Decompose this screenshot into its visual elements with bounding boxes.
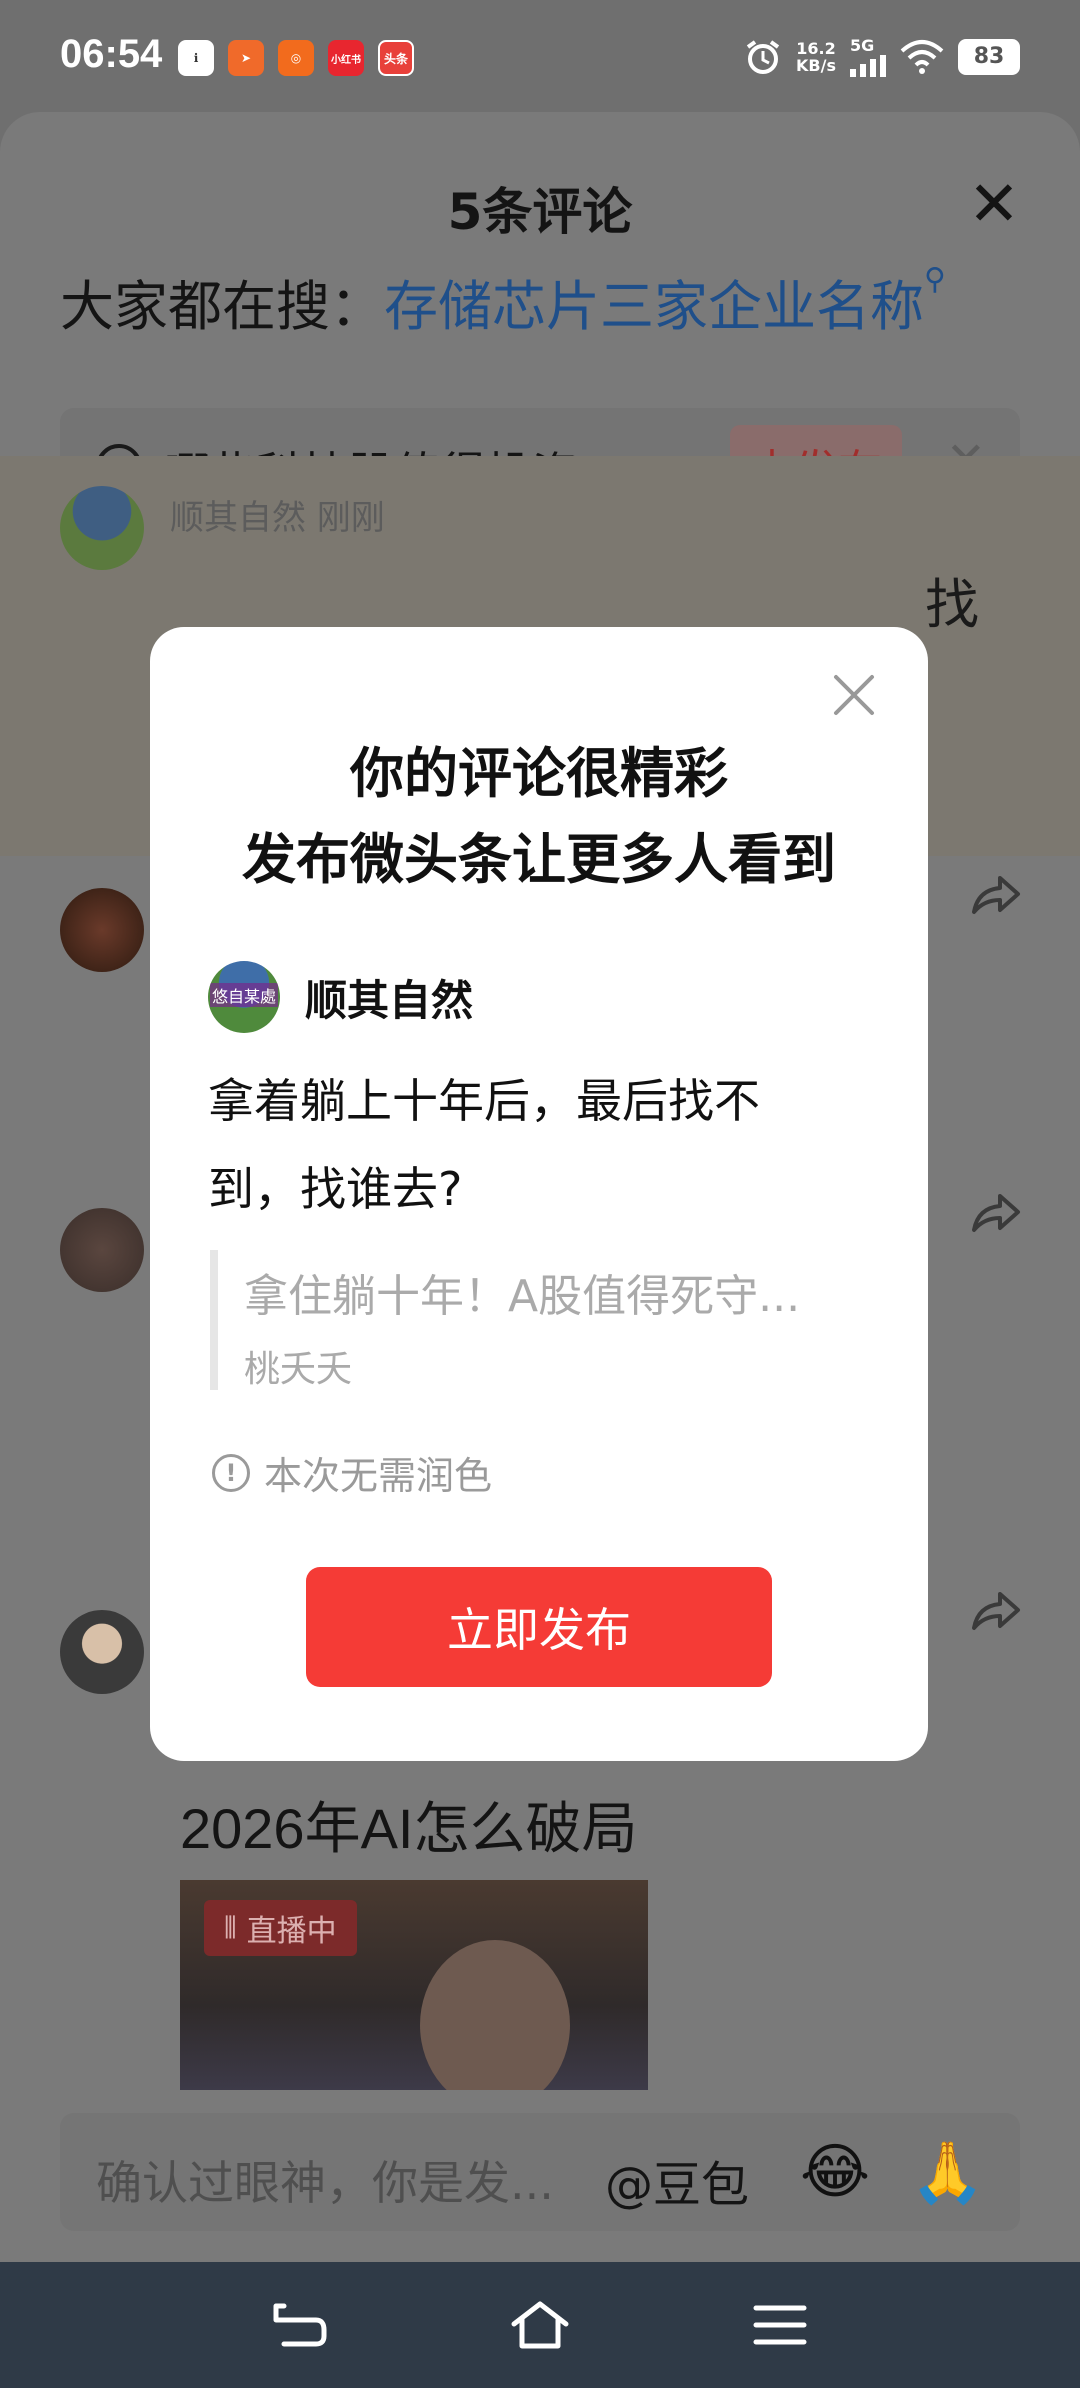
status-bar: 06:54 ℹ ➤ ◎ 小红书 头条 16.2 KB/s 5G 83	[0, 0, 1080, 115]
clapping-emoji-icon[interactable]: 🙏	[910, 2137, 985, 2208]
status-right-icons: 16.2 KB/s 5G 83	[744, 36, 1020, 77]
avatar: 悠自某處	[208, 961, 280, 1033]
search-icon: ⚲	[924, 262, 946, 297]
quoted-article-author: 桃夭夭	[244, 1349, 353, 1390]
live-video-thumbnail[interactable]: ⫴ 直播中	[180, 1880, 648, 2090]
live-badge-label: 直播中	[246, 1914, 337, 1949]
trending-search[interactable]: 大家都在搜：存储芯片三家企业名称⚲	[60, 262, 946, 341]
signal-block: 5G	[850, 36, 886, 77]
alarm-icon	[746, 39, 780, 74]
avatar[interactable]	[60, 1610, 144, 1694]
laughing-emoji-icon[interactable]: 😂	[800, 2137, 870, 2207]
avatar[interactable]	[60, 1208, 144, 1292]
net-speed: 16.2 KB/s	[796, 38, 836, 75]
quoted-article: 拿住躺十年！A股值得死守... 桃夭夭	[210, 1250, 870, 1390]
dialog-title-line2: 发布微头条让更多人看到	[242, 828, 836, 891]
avatar-text: 悠自某處	[210, 983, 278, 1007]
info-icon: !	[212, 1453, 250, 1492]
polish-note: ! 本次无需润色	[212, 1445, 492, 1500]
menu-icon[interactable]	[750, 2298, 810, 2352]
network-type: 5G	[850, 36, 875, 55]
toutiao-app-icon: 头条	[378, 40, 414, 76]
sheet-title: 5条评论	[447, 183, 633, 241]
close-dialog-icon[interactable]	[832, 673, 876, 717]
quoted-article-title: 拿住躺十年！A股值得死守...	[244, 1271, 801, 1322]
comment-input[interactable]: 确认过眼神，你是发... @豆包 😂 🙏	[60, 2113, 1020, 2231]
dialog-title-line1: 你的评论很精彩	[350, 742, 728, 805]
trend-prefix: 大家都在搜：	[60, 275, 384, 338]
share-icon[interactable]	[966, 1184, 1022, 1240]
post-title[interactable]: 2026年AI怎么破局	[180, 1784, 638, 1865]
notification-app-icon: ℹ	[178, 40, 214, 76]
share-icon[interactable]	[966, 1582, 1022, 1638]
trend-link[interactable]: 存储芯片三家企业名称	[384, 275, 924, 338]
back-icon[interactable]	[270, 2298, 330, 2352]
dialog-title: 你的评论很精彩 发布微头条让更多人看到	[150, 731, 928, 903]
publish-prompt-dialog: 你的评论很精彩 发布微头条让更多人看到 悠自某處 顺其自然 拿着躺上十年后，最后…	[150, 627, 928, 1761]
dialog-username: 顺其自然	[305, 976, 474, 1025]
video-frame	[420, 1940, 570, 2090]
xiaohongshu-app-icon: 小红书	[328, 40, 364, 76]
system-nav-bar	[0, 2262, 1080, 2388]
video-app-icon: ◎	[278, 40, 314, 76]
avatar[interactable]	[60, 888, 144, 972]
avatar[interactable]	[60, 486, 144, 570]
publish-now-button[interactable]: 立即发布	[306, 1567, 772, 1687]
comment-input-placeholder: 确认过眼神，你是发...	[96, 2156, 554, 2210]
home-icon[interactable]	[510, 2298, 570, 2352]
comment-text-fragment: 找	[925, 573, 979, 636]
mention-doubao-button[interactable]: @豆包	[605, 2145, 749, 2215]
polish-note-text: 本次无需润色	[264, 1454, 493, 1498]
comment-author: 顺其自然 刚刚	[170, 498, 385, 538]
signal-icon	[850, 55, 886, 77]
status-time: 06:54	[60, 32, 163, 76]
notification-app-icons: ℹ ➤ ◎ 小红书 头条	[178, 40, 414, 76]
wifi-icon	[900, 39, 944, 74]
live-icon: ⫴	[224, 1910, 237, 1946]
battery-icon: 83	[958, 38, 1020, 75]
close-icon[interactable]: ✕	[968, 167, 1020, 240]
send-app-icon: ➤	[228, 40, 264, 76]
live-badge: ⫴ 直播中	[204, 1900, 357, 1956]
share-icon[interactable]	[966, 866, 1022, 922]
dialog-comment-text: 拿着躺上十年后，最后找不到，找谁去?	[208, 1074, 760, 1216]
